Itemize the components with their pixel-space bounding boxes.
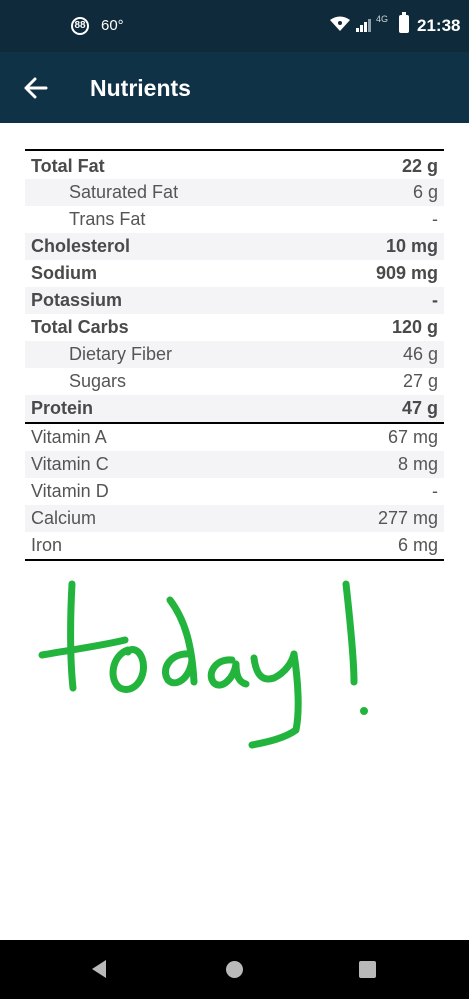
nutrient-value: 6 mg xyxy=(397,535,438,555)
clock: 21:38 xyxy=(417,16,461,35)
nutrient-value: 46 g xyxy=(402,344,438,364)
square-recents-icon[interactable] xyxy=(359,961,376,978)
nutrient-label: Trans Fat xyxy=(69,209,146,229)
nutrient-row-iron: Iron 6 mg xyxy=(25,532,444,561)
nutrient-row-total-fat: Total Fat 22 g xyxy=(25,151,444,179)
nutrient-value: 22 g xyxy=(401,156,438,176)
page-title: Nutrients xyxy=(90,75,191,101)
weather-temperature: 60° xyxy=(101,17,124,34)
nutrient-value: 27 g xyxy=(402,371,438,391)
nutrient-label: Cholesterol xyxy=(31,236,131,256)
triangle-back-icon[interactable] xyxy=(90,959,108,979)
nutrient-label: Calcium xyxy=(31,508,97,528)
nutrient-row-total-carbs: Total Carbs 120 g xyxy=(25,314,444,341)
nutrient-label: Dietary Fiber xyxy=(69,344,173,364)
system-nav-bar xyxy=(0,940,469,999)
nutrient-row-cholesterol: Cholesterol 10 mg xyxy=(25,233,444,260)
nutrient-label: Saturated Fat xyxy=(69,182,179,202)
nutrient-row-vitamin-a: Vitamin A 67 mg xyxy=(25,424,444,451)
nutrient-label: Potassium xyxy=(31,290,123,310)
status-bar: 88 60° 4G 21:38 xyxy=(0,0,469,52)
nutrient-label: Total Carbs xyxy=(31,317,129,337)
arrow-left-icon xyxy=(24,77,48,99)
nutrient-row-protein: Protein 47 g xyxy=(25,395,444,424)
nutrient-value: 10 mg xyxy=(385,236,438,256)
nutrient-label: Sodium xyxy=(31,263,97,283)
nutrient-row-trans-fat: Trans Fat - xyxy=(25,206,444,233)
back-button[interactable] xyxy=(16,68,56,108)
nutrient-label: Total Fat xyxy=(31,156,105,176)
nutrient-value: - xyxy=(432,481,438,501)
app-bar: Nutrients xyxy=(0,52,469,123)
nutrient-row-calcium: Calcium 277 mg xyxy=(25,505,444,532)
nutrient-row-dietary-fiber: Dietary Fiber 46 g xyxy=(25,341,444,368)
nutrient-row-saturated-fat: Saturated Fat 6 g xyxy=(25,179,444,206)
nutrient-value: - xyxy=(432,209,438,229)
nutrient-row-sugars: Sugars 27 g xyxy=(25,368,444,395)
nutrient-label: Sugars xyxy=(69,371,127,391)
nutrient-label: Iron xyxy=(31,535,63,555)
nutrient-row-potassium: Potassium - xyxy=(25,287,444,314)
nutrient-value: 277 mg xyxy=(377,508,438,528)
notification-badge: 88 xyxy=(71,17,89,35)
nutrient-value: 8 mg xyxy=(397,454,438,474)
nutrient-row-vitamin-c: Vitamin C 8 mg xyxy=(25,451,444,478)
nutrient-value: 6 g xyxy=(412,182,438,202)
handwritten-annotation xyxy=(38,580,368,749)
wifi-icon xyxy=(330,16,350,31)
signal-strength-icon xyxy=(356,19,371,32)
nutrient-value: 909 mg xyxy=(375,263,438,283)
nutrient-label: Vitamin A xyxy=(31,427,107,447)
nutrient-row-vitamin-d: Vitamin D - xyxy=(25,478,444,505)
nutrient-value: 120 g xyxy=(391,317,438,337)
nutrient-value: 47 g xyxy=(401,398,438,418)
nutrient-label: Vitamin C xyxy=(31,454,109,474)
battery-icon xyxy=(399,12,409,33)
nutrient-row-sodium: Sodium 909 mg xyxy=(25,260,444,287)
circle-home-icon[interactable] xyxy=(226,961,243,978)
nutrient-label: Protein xyxy=(31,398,94,418)
nutrient-value: 67 mg xyxy=(387,427,438,447)
nutrient-value: - xyxy=(432,290,438,310)
nutrient-label: Vitamin D xyxy=(31,481,109,501)
nutrients-table: Total Fat 22 g Saturated Fat 6 g Trans F… xyxy=(25,149,444,561)
network-type: 4G xyxy=(376,14,389,24)
